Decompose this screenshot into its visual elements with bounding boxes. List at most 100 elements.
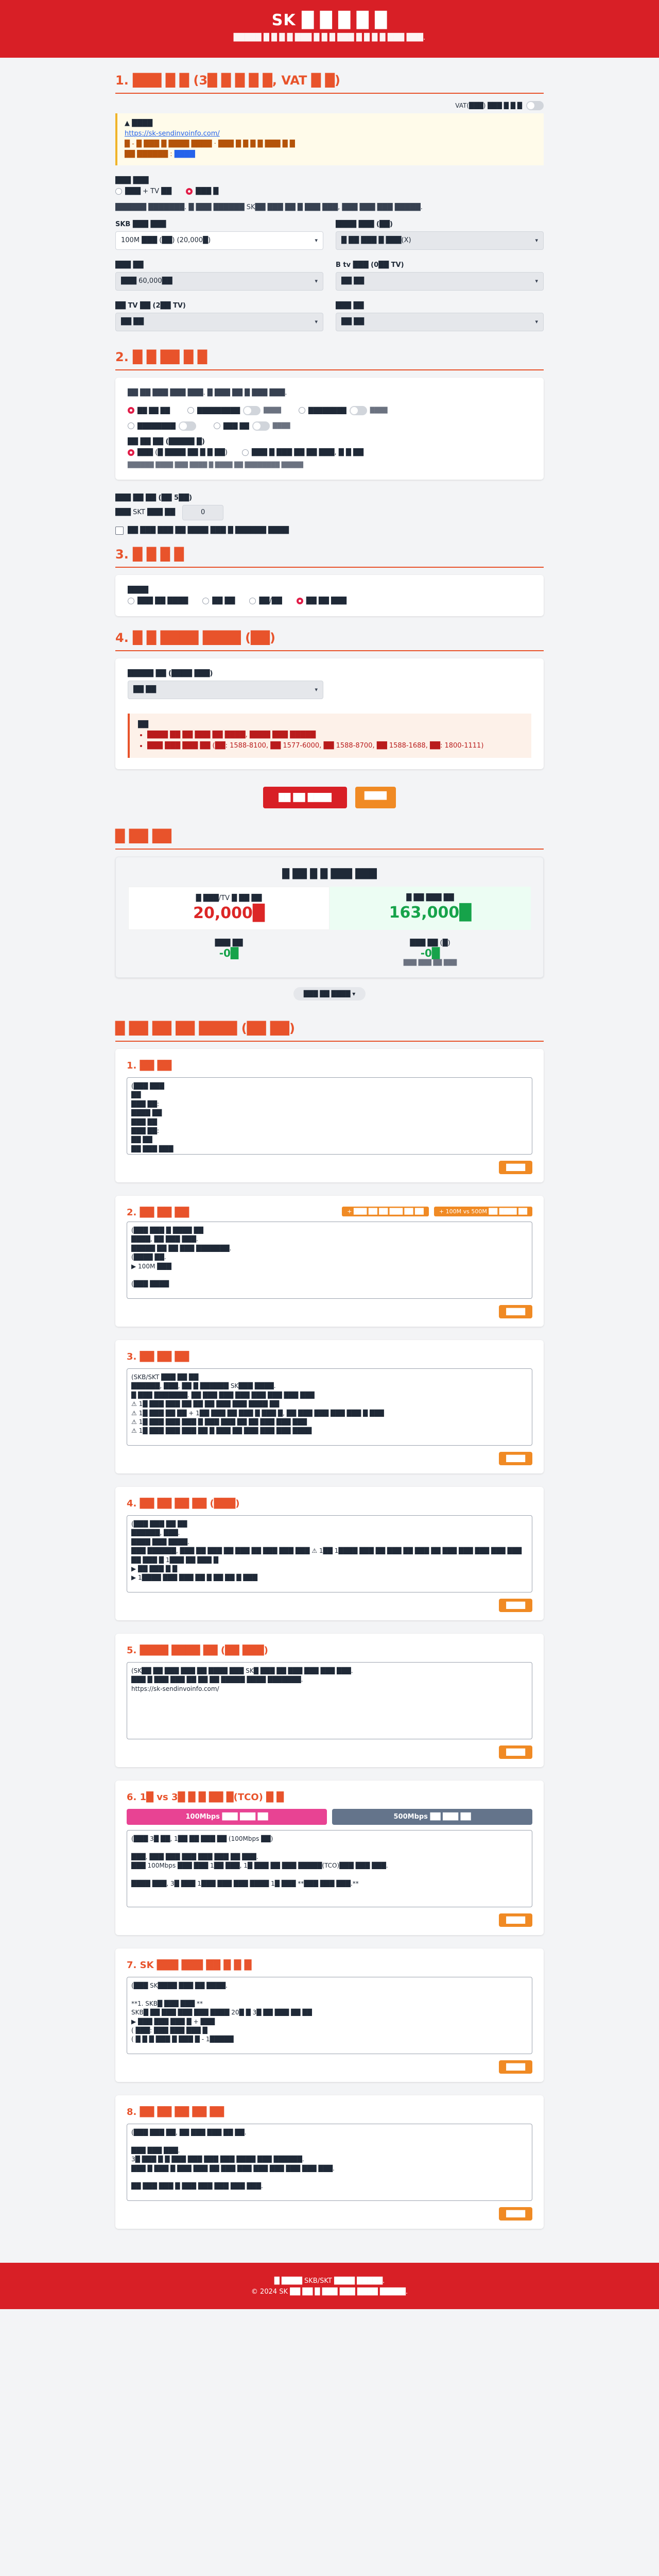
- radio-s3-3[interactable]: ██/██: [249, 597, 282, 605]
- chevron-down-icon: ▾: [315, 278, 318, 285]
- copy-button[interactable]: ████: [499, 1160, 532, 1174]
- select-value: ██ ██: [341, 318, 365, 326]
- more-detail-button[interactable]: ███ ██ ████ ▾: [293, 987, 366, 1001]
- vat-label: VAT(███) ███ █ █ █: [455, 102, 522, 109]
- tab-500mbps[interactable]: 500Mbps ██ ███ ██: [332, 1808, 532, 1825]
- radio-sub-a[interactable]: ███ (█ ████ ██ █ █ ██): [128, 449, 228, 456]
- sub-question-label: ██ ██ ██ (█████ █): [128, 437, 205, 446]
- line-count-input[interactable]: 0: [182, 504, 224, 520]
- result-benefit-value: 163,000█: [389, 903, 472, 922]
- chevron-down-icon: ▾: [315, 318, 318, 326]
- section3-card: ████ ███ ██ ████ ██ ██ ██/██ ██ ██ ███: [115, 574, 544, 616]
- chevron-down-icon: ▾: [535, 237, 538, 244]
- tab-100mbps[interactable]: 100Mbps ███ ███ ██: [127, 1808, 327, 1825]
- result-sub-note: ███ ███ ██ ███: [403, 959, 457, 966]
- radio-s3-4[interactable]: ██ ██ ███: [296, 597, 346, 605]
- select-value: ███ 60,000██: [121, 277, 172, 285]
- option-1[interactable]: ██ ██ ██: [128, 407, 170, 414]
- result-title: █ ██ ██: [115, 829, 544, 850]
- line-count-label: ███ ██ ██ (██ 5██): [115, 494, 193, 502]
- info-head: ██: [138, 720, 148, 728]
- template-textarea[interactable]: (SKB/SKT ███ ██ ██ ██████, ███, ██ █ ███…: [127, 1368, 532, 1446]
- toggle-switch[interactable]: [178, 421, 196, 431]
- page-header: SK █ █ █ █ █ █████ █ █ █ █ ███ █ █ █ ███…: [0, 0, 659, 58]
- result-panel-title: █ ██ █ █ ███ ███: [282, 868, 377, 879]
- radio-dot: [186, 188, 193, 195]
- option-4[interactable]: ████████: [128, 421, 196, 431]
- template-textarea[interactable]: (SK██ ██ ███ ███ ██ ████ ███ SK█ ███ ██ …: [127, 1662, 532, 1739]
- copy-button[interactable]: ████: [499, 2060, 532, 2074]
- option-label: ███ ██: [223, 422, 249, 430]
- template-textarea[interactable]: (███ ███ █ ████ ██ ████, ██ ███ ███. ███…: [127, 1221, 532, 1299]
- template-card-2: 2. ██ ██ ██ + ███ ██ ██ ███ ██ ██ + 100M…: [115, 1195, 544, 1327]
- radio-internet-tv[interactable]: ███ + TV ██: [115, 188, 171, 195]
- template-card-1: 1. ██ ██ (███ ███ ██ ███ ██: ████ ██ ███…: [115, 1048, 544, 1182]
- carrier-select[interactable]: ██ ██ ▾: [128, 680, 323, 699]
- pill-button[interactable]: + ███ ██ ██ ███ ██ ██: [342, 1206, 429, 1216]
- carrier-label: █████ ██ (████ ███): [128, 669, 213, 677]
- option-select-3[interactable]: ███ 60,000██ ▾: [115, 272, 323, 291]
- option-3[interactable]: ████████ ████: [298, 405, 388, 415]
- radio-internet-only[interactable]: ███ █: [186, 188, 218, 195]
- tv2-select[interactable]: ██ ██ ▾: [115, 312, 323, 331]
- copy-button[interactable]: ████: [499, 1451, 532, 1465]
- option-2[interactable]: █████████ ████: [187, 405, 281, 415]
- radio-dot: [128, 422, 134, 430]
- chevron-down-icon: ▾: [315, 237, 318, 244]
- field-label: ███ ██: [336, 301, 364, 310]
- result-monthly-value: 20,000█: [193, 904, 265, 922]
- info-box: ██ ████ ██ ██ ███ ██ ████, ████ ███ ████…: [128, 713, 531, 758]
- toggle-switch[interactable]: [252, 421, 270, 431]
- radio-sub-b[interactable]: ███ █ ███ ██ ██ ███, █ █ ██: [241, 449, 363, 456]
- radio-label: ███ ██ ████: [137, 597, 188, 605]
- template-textarea[interactable]: (███ ███ ██ ███ ██: ████ ██ ███ ██ ███ █…: [127, 1077, 532, 1155]
- template-textarea[interactable]: (███ 3█ ██, 1██ ██ ███ ██ (100Mbps ██) █…: [127, 1829, 532, 1907]
- btv-select[interactable]: ██ ██ ▾: [336, 272, 544, 291]
- select-value: ██ ██: [121, 318, 144, 326]
- vat-toggle[interactable]: [526, 101, 544, 110]
- radio-label: ███ + TV ██: [125, 187, 172, 195]
- agree-checkbox[interactable]: [115, 526, 124, 535]
- field-label: SKB ███ ███: [115, 220, 166, 228]
- option-5[interactable]: ███ ██ ████: [213, 421, 290, 431]
- notice-head: ▲ ████: [125, 120, 153, 127]
- copy-button[interactable]: ████: [499, 1913, 532, 1927]
- section2-note: ██████ ████ ███ ████ █ ████ ██ ████████ …: [128, 461, 303, 468]
- template-title: 7. SK ███ ███ ██ █ █ █: [127, 1959, 252, 1971]
- radio-s3-2[interactable]: ██ ██: [202, 597, 235, 605]
- toggle-switch[interactable]: [243, 405, 261, 415]
- template-title: 5. ████ ████ ██ (██ ███): [127, 1645, 268, 1656]
- toggle-switch[interactable]: [349, 405, 367, 415]
- template-card-5: 5. ████ ████ ██ (██ ███) (SK██ ██ ███ ██…: [115, 1633, 544, 1767]
- reset-button[interactable]: ████: [355, 786, 396, 808]
- template-textarea[interactable]: (███ ███ ██ ██ ██████, ███. ████ ███ ███…: [127, 1515, 532, 1592]
- radio-label: ██/██: [259, 597, 282, 605]
- notice-link[interactable]: https://sk-sendinvoinfo.com/: [125, 130, 220, 138]
- pill-button[interactable]: + 100M vs 500M ██ ████ ██: [433, 1206, 532, 1216]
- radio-s3-1[interactable]: ███ ██ ████: [128, 597, 188, 605]
- copy-button[interactable]: ████: [499, 1598, 532, 1612]
- calculate-button[interactable]: ██ ██ ████: [263, 786, 347, 808]
- notice-line3a: ██ ██████ :: [125, 150, 172, 159]
- template-textarea[interactable]: (███ SK████ ███ ██ ████. **1. SKB█ ███ █…: [127, 1976, 532, 2054]
- copy-button[interactable]: ████: [499, 1304, 532, 1318]
- internet-speed-select[interactable]: 100M ███ (██) (20,000█) ▾: [115, 231, 323, 250]
- template-textarea[interactable]: (███ ███ ██, ██ ███ ███ ██ ██. ███ ███ █…: [127, 2123, 532, 2201]
- result-benefit-box: █ ██ ███ ██ 163,000█: [330, 886, 531, 930]
- copy-button[interactable]: ████: [499, 2207, 532, 2221]
- info-item: ████ ██ ██ ███ ██ ████, ████ ███ █████: [147, 730, 523, 741]
- radio-dot: [128, 597, 134, 604]
- section1-desc: ██████ ███████. █ ███ ██████ SK██ ███ ██…: [115, 203, 423, 211]
- option-select-6[interactable]: ██ ██ ▾: [336, 312, 544, 331]
- template-card-6: 6. 1█ vs 3█ █ █ ██ █(TCO) █ █ 100Mbps ██…: [115, 1780, 544, 1935]
- select-value: █ ██ ███ █ ███(X): [341, 236, 411, 245]
- template-title: 8. ██ ██ ██ ██ ██: [127, 2106, 224, 2117]
- copy-button[interactable]: ████: [499, 1745, 532, 1759]
- section1-title: 1. ███ █ █ (3█ █ █ █ █, VAT █ █): [115, 73, 544, 94]
- footer-copyright: © 2024 SK ██ ██ █ ███ ███ ████ █████.: [251, 2287, 408, 2296]
- template-card-3: 3. ██ ██ ██ (SKB/SKT ███ ██ ██ ██████, █…: [115, 1340, 544, 1473]
- option-select-2[interactable]: █ ██ ███ █ ███(X) ▾: [336, 231, 544, 250]
- line-count-sub: ███ SKT ███ ██: [115, 509, 176, 517]
- radio-dot: [128, 449, 134, 456]
- radio-dot: [128, 407, 134, 414]
